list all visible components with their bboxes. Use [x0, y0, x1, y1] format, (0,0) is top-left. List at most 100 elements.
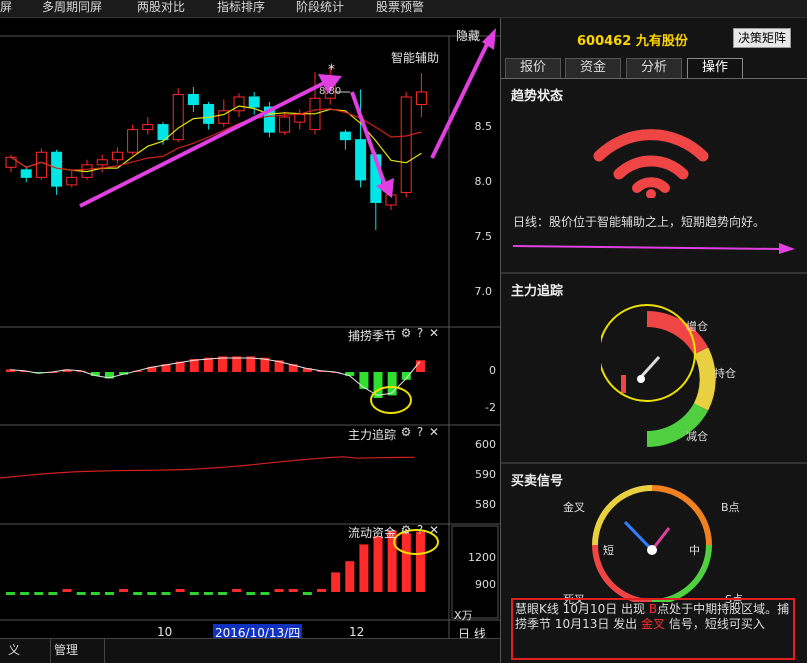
signal-label-b-point: B点	[721, 501, 740, 514]
candle-body	[35, 151, 47, 178]
flow-bar	[161, 592, 171, 595]
macd-bar	[218, 356, 228, 372]
macd-panel-tools: ⚙? ✕	[399, 326, 441, 340]
signal-label-gold-cross: 金叉	[563, 501, 585, 514]
section-divider	[501, 272, 807, 274]
flow-bar	[203, 592, 213, 595]
bottom-tab-bar: 义 管理	[0, 638, 500, 663]
decision-matrix-button[interactable]: 决策矩阵	[733, 28, 791, 48]
flow-bar	[104, 592, 114, 595]
tab-funds[interactable]: 资金	[565, 58, 621, 78]
wifi-signal-icon	[593, 129, 709, 198]
help-icon[interactable]: ?	[413, 326, 427, 340]
candle-body	[172, 93, 184, 141]
main-force-tick: 590	[475, 468, 496, 481]
flow-bar	[359, 544, 369, 592]
candle-body	[187, 93, 199, 106]
flow-bar	[331, 572, 341, 592]
flow-bar	[6, 592, 15, 595]
candle-body	[127, 129, 139, 153]
candle-body	[233, 96, 245, 112]
signal-section-title: 买卖信号	[511, 474, 564, 489]
candle-body	[111, 151, 123, 161]
stock-name: 九有股份	[635, 34, 688, 49]
gear-icon[interactable]: ⚙	[399, 326, 413, 340]
gear-icon[interactable]: ⚙	[399, 523, 413, 537]
macd-tick: 0	[489, 364, 496, 377]
gauge-label-reduce: 减仓	[686, 430, 708, 443]
price-tick: 8.0	[474, 175, 493, 188]
menu-item-stock-alert[interactable]: 股票预警	[376, 0, 424, 18]
stock-title: 600462 九有股份	[577, 30, 688, 49]
menu-item-compare[interactable]: 两股对比	[137, 0, 185, 18]
flow-panel-label: 流动资金	[348, 526, 397, 540]
candle-body	[20, 169, 32, 178]
trend-text: 日线：股价位于智能辅助之上，短期趋势向好。	[513, 215, 766, 229]
macd-bar	[203, 357, 213, 372]
macd-bar	[415, 360, 425, 372]
flow-bar	[189, 592, 199, 595]
flow-bar	[401, 533, 411, 592]
flow-tick: 1200	[468, 551, 496, 564]
section-divider	[501, 462, 807, 464]
trend-section-title: 趋势状态	[511, 89, 564, 104]
flow-tick: 900	[475, 578, 496, 591]
price-tick: 7.0	[474, 285, 493, 298]
star-marker: *	[328, 62, 335, 78]
x-label: 12	[349, 625, 365, 639]
menu-item-screen[interactable]: 屏	[0, 0, 12, 18]
close-icon[interactable]: ✕	[427, 425, 441, 439]
flow-bar	[274, 589, 284, 592]
main-force-section-title: 主力追踪	[511, 284, 564, 299]
gauge-label-hold: 持仓	[714, 367, 736, 380]
flow-bar	[175, 589, 185, 592]
candle-body	[203, 104, 215, 124]
help-icon[interactable]: ?	[413, 523, 427, 537]
close-icon[interactable]: ✕	[427, 523, 441, 537]
candle-body	[96, 159, 108, 166]
candle-body	[248, 96, 260, 108]
flow-bar	[232, 589, 242, 592]
flow-bar	[218, 592, 228, 595]
price-tick: 7.5	[474, 230, 493, 243]
flow-bar	[76, 592, 86, 595]
bottom-tab-manage[interactable]: 管理	[46, 639, 106, 663]
candle-body	[279, 116, 291, 133]
price-high-marker: 8.80	[319, 86, 342, 97]
flow-bar	[34, 592, 44, 595]
macd-bar	[387, 372, 397, 396]
flow-bar	[415, 531, 425, 592]
main-force-panel-tools: ⚙? ✕	[399, 425, 441, 439]
menu-item-stage-stats[interactable]: 阶段统计	[296, 0, 344, 18]
gauge-label-add: 增仓	[686, 320, 708, 333]
candle-body	[339, 131, 351, 141]
tab-analysis[interactable]: 分析	[626, 58, 682, 78]
signal-text-box: 慧眼K线 10月10日 出现 B点处于中期持股区域。捕捞季节 10月13日 发出…	[511, 598, 795, 660]
flow-bar	[345, 561, 355, 592]
help-icon[interactable]: ?	[413, 425, 427, 439]
main-force-tick: 580	[475, 498, 496, 511]
menu-item-indicator-sort[interactable]: 指标排序	[217, 0, 265, 18]
flow-bar	[90, 592, 100, 595]
flow-bar	[20, 592, 30, 595]
gear-icon[interactable]: ⚙	[399, 425, 413, 439]
macd-bar	[359, 372, 369, 389]
chart-area[interactable]: 隐藏 智能辅助 * 8.80 8.5 8.0 7.5 7.0 捕捞季节 ⚙? ✕ …	[0, 18, 500, 641]
flow-bar	[246, 592, 256, 595]
flow-bar	[119, 589, 129, 592]
candle-body	[400, 96, 412, 193]
flow-bar	[133, 592, 143, 595]
candle-body	[66, 176, 78, 186]
signal-text-3: 信号，短线可买入	[665, 617, 765, 631]
bottom-tab-1[interactable]: 义	[0, 639, 52, 663]
close-icon[interactable]: ✕	[427, 326, 441, 340]
tab-quote[interactable]: 报价	[505, 58, 561, 78]
tab-operation[interactable]: 操作	[687, 58, 743, 78]
flow-bar	[373, 536, 383, 592]
signal-text-b: B	[648, 602, 658, 616]
position-gauge	[601, 304, 716, 447]
flow-unit-label: X万	[454, 609, 473, 622]
candle-body	[294, 114, 306, 123]
menu-item-multi-period[interactable]: 多周期同屏	[42, 0, 102, 18]
candle-body	[5, 156, 17, 168]
